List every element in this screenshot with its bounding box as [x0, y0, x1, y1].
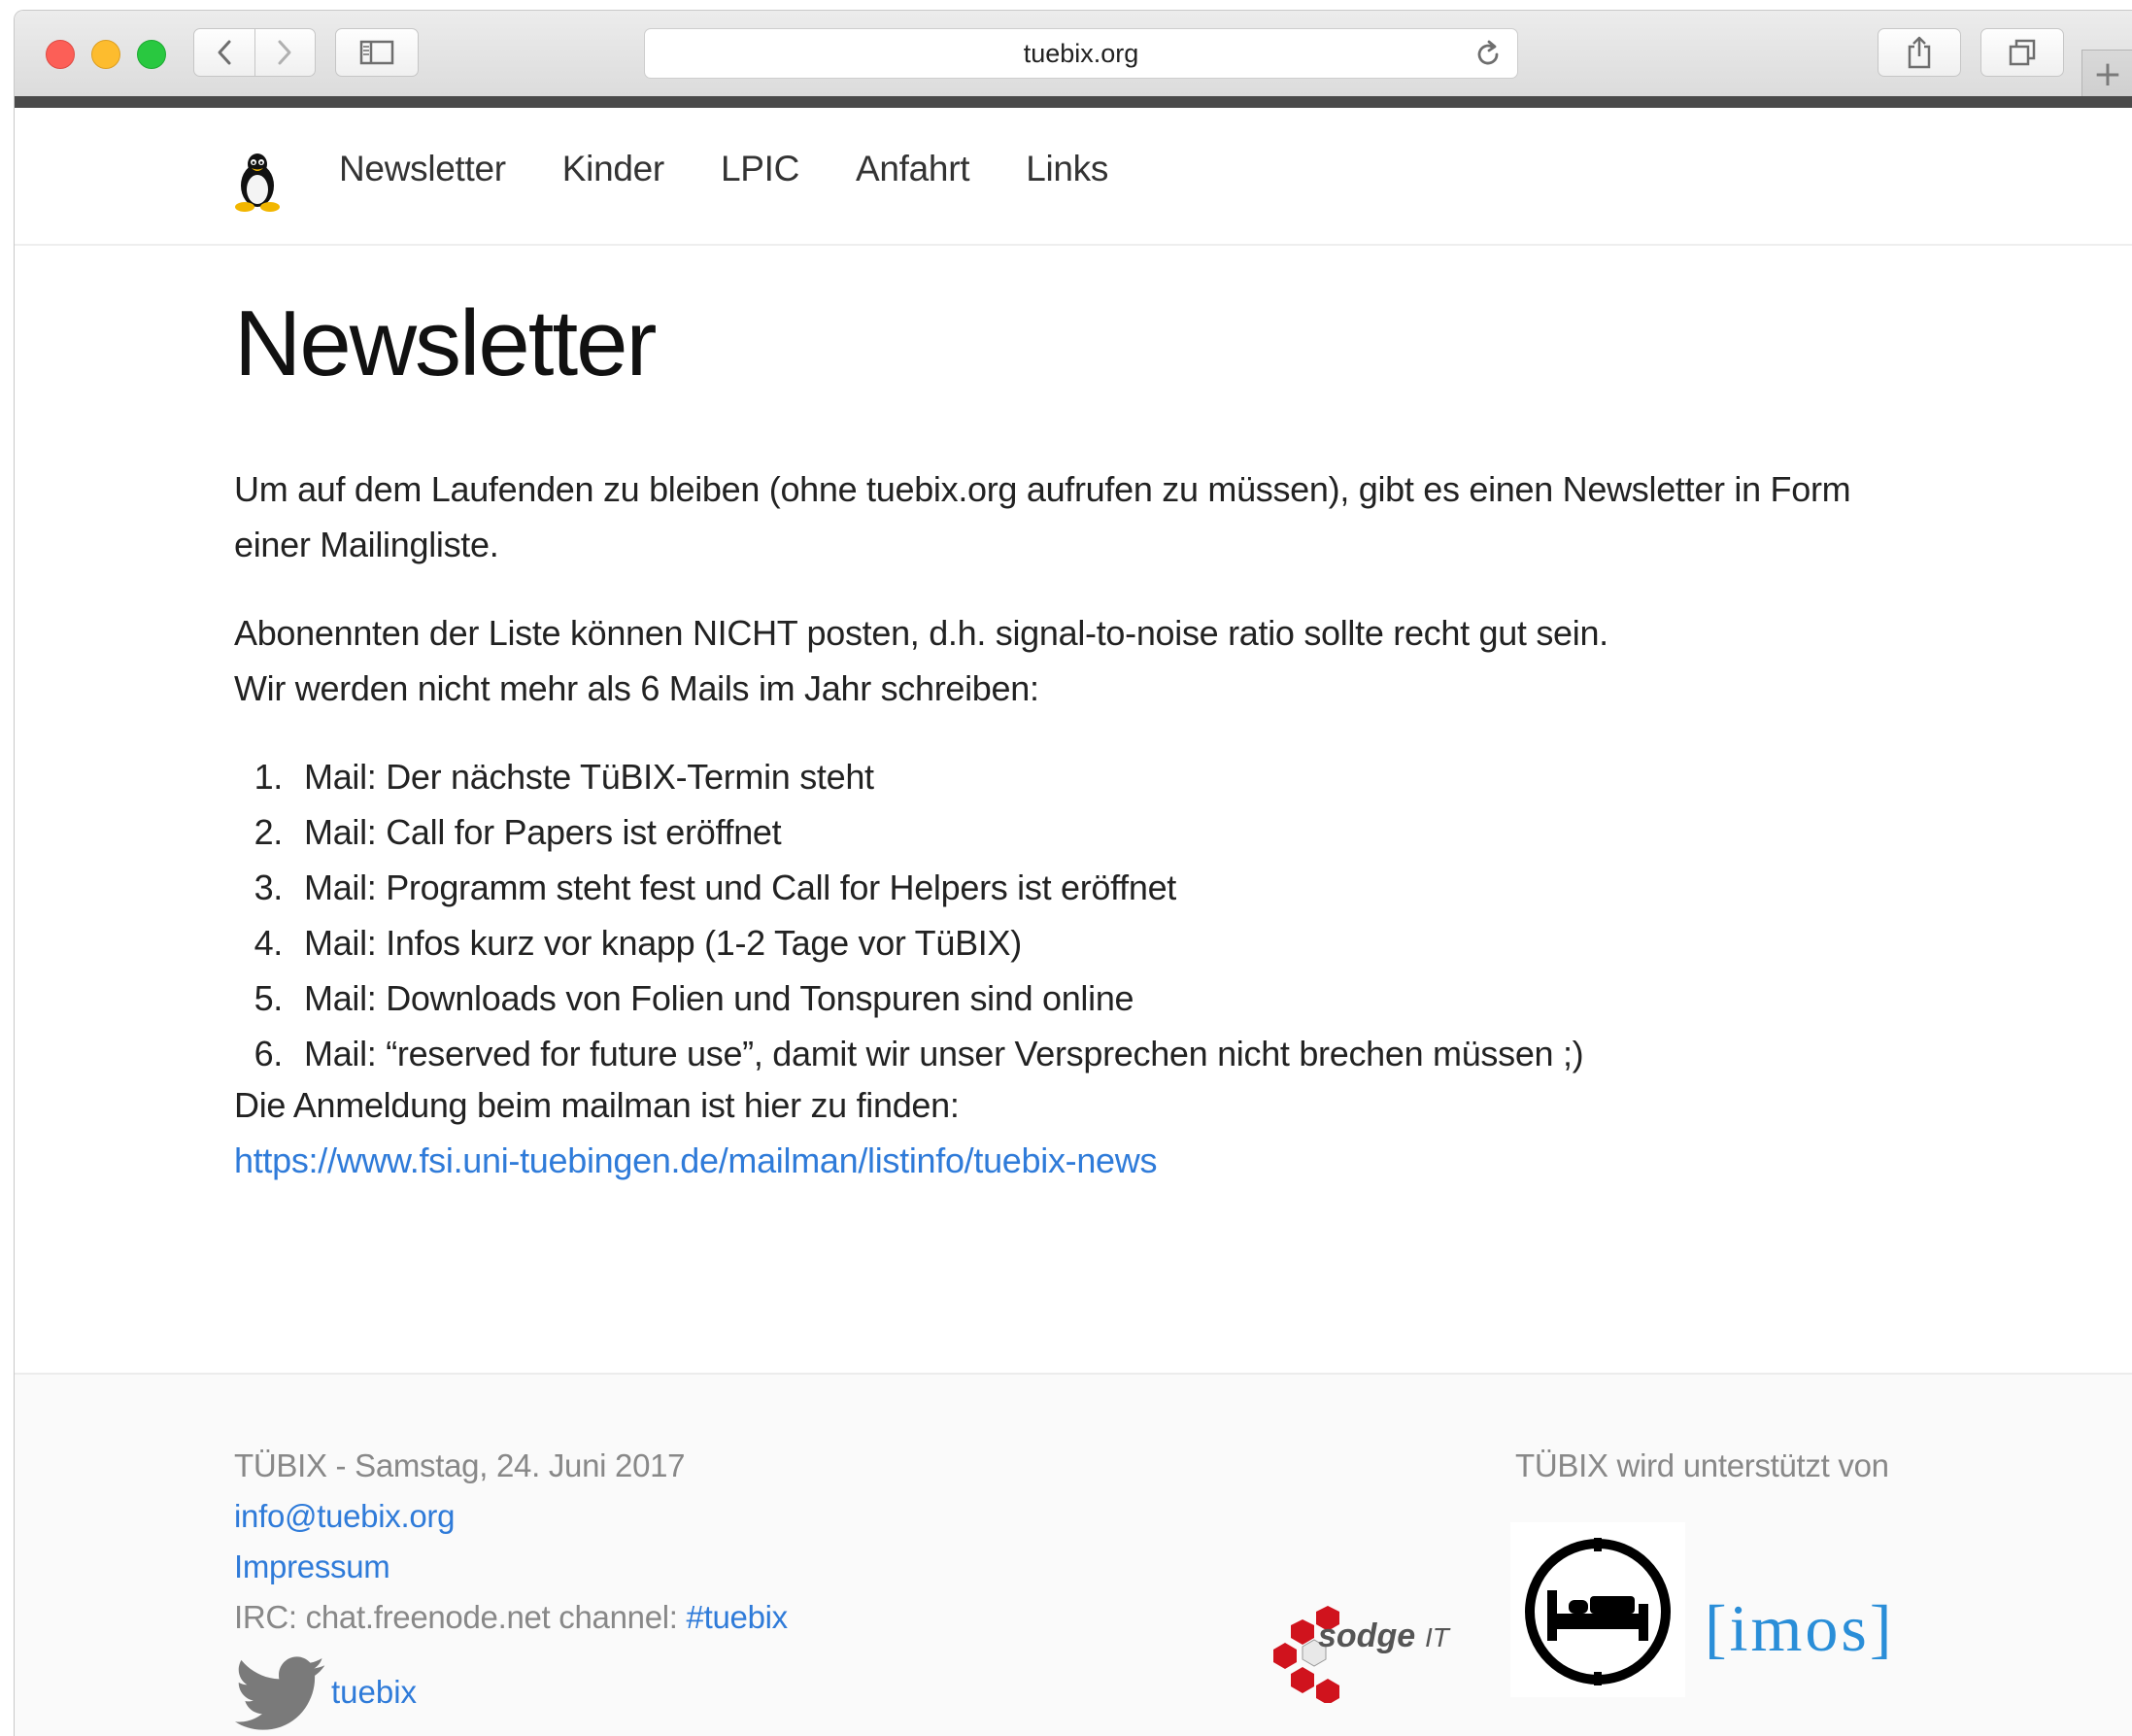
site-footer: TÜBIX - Samstag, 24. Juni 2017 info@tueb… [15, 1373, 2132, 1736]
back-button[interactable] [194, 29, 254, 76]
sidebar-icon [359, 40, 394, 65]
svg-text:IT: IT [1425, 1622, 1451, 1652]
svg-text:sodge: sodge [1318, 1617, 1415, 1654]
chevron-left-icon [218, 40, 231, 65]
main-content: Newsletter Um auf dem Laufenden zu bleib… [234, 291, 1944, 1180]
minimize-window-button[interactable] [91, 40, 120, 69]
policy-paragraph: Abonennten der Liste können NICHT posten… [234, 605, 1934, 716]
policy-line-1: Abonennten der Liste können NICHT posten… [234, 613, 1608, 653]
browser-window: tuebix.org + Newsletter Kinder LPIC Anfa… [14, 10, 2132, 1736]
nav-link-anfahrt[interactable]: Anfahrt [856, 149, 970, 189]
sodge-it-logo[interactable]: sodge IT [1269, 1596, 1473, 1703]
tux-penguin-icon[interactable] [231, 151, 284, 213]
chevron-right-icon [278, 40, 291, 65]
list-item: 2. Mail: Call for Papers ist eröffnet [254, 812, 782, 852]
twitter-handle-link[interactable]: tuebix [331, 1674, 417, 1711]
web-page: Newsletter Kinder LPIC Anfahrt Links New… [15, 108, 2132, 1736]
nav-link-kinder[interactable]: Kinder [562, 149, 664, 189]
irc-label: IRC: chat.freenode.net channel: [234, 1599, 687, 1635]
policy-line-2: Wir werden nicht mehr als 6 Mails im Jah… [234, 668, 1039, 708]
intro-paragraph: Um auf dem Laufenden zu bleiben (ohne tu… [234, 469, 1851, 564]
impressum-link[interactable]: Impressum [234, 1549, 390, 1584]
tabs-icon [2009, 39, 2036, 66]
address-bar[interactable]: tuebix.org [644, 28, 1518, 79]
nav-link-links[interactable]: Links [1026, 149, 1108, 189]
irc-channel-link[interactable]: #tuebix [687, 1599, 789, 1635]
mailman-signup-link[interactable]: https://www.fsi.uni-tuebingen.de/mailman… [234, 1140, 1157, 1180]
toolbar-divider [15, 96, 2132, 108]
twitter-link-row[interactable]: tuebix [234, 1656, 417, 1732]
history-navigation [193, 28, 316, 77]
list-item: 3. Mail: Programm steht fest und Call for… [254, 868, 1177, 907]
mail-schedule-list: 1. Mail: Der nächste TüBIX-Termin steht 2… [234, 749, 1584, 1081]
browser-toolbar: tuebix.org + [15, 11, 2132, 97]
tabs-overview-button[interactable] [1980, 28, 2064, 77]
footer-info: TÜBIX - Samstag, 24. Juni 2017 info@tueb… [234, 1441, 788, 1643]
signup-text: Die Anmeldung beim mailman ist hier zu f… [234, 1085, 960, 1125]
page-title: Newsletter [234, 291, 657, 395]
share-icon [1908, 36, 1931, 69]
new-tab-button[interactable]: + [2081, 50, 2132, 97]
bed-logo[interactable] [1510, 1522, 1685, 1697]
reload-icon [1477, 40, 1499, 65]
email-link[interactable]: info@tuebix.org [234, 1498, 455, 1534]
address-bar-url: tuebix.org [1023, 38, 1139, 68]
plus-icon: + [2092, 53, 2123, 94]
event-date: TÜBIX - Samstag, 24. Juni 2017 [234, 1447, 686, 1483]
list-item: 5. Mail: Downloads von Folien und Tonspur… [254, 978, 1134, 1018]
sponsors-heading: TÜBIX wird unterstützt von [1515, 1447, 1889, 1483]
site-navbar: Newsletter Kinder LPIC Anfahrt Links [15, 108, 2132, 246]
imos-logo[interactable]: [imos] [1705, 1590, 1895, 1667]
irc-info: IRC: chat.freenode.net channel: #tuebix [234, 1592, 788, 1643]
sidebar-toggle-button[interactable] [335, 28, 419, 77]
share-button[interactable] [1878, 28, 1961, 77]
twitter-bird-icon[interactable] [234, 1656, 327, 1732]
reload-button[interactable] [1472, 39, 1504, 75]
list-item: 1. Mail: Der nächste TüBIX-Termin steht [254, 757, 875, 797]
close-window-button[interactable] [46, 40, 75, 69]
list-item: 4. Mail: Infos kurz vor knapp (1-2 Tage v… [254, 923, 1023, 963]
nav-link-lpic[interactable]: LPIC [721, 149, 799, 189]
zoom-window-button[interactable] [137, 40, 166, 69]
bed-icon [1525, 1538, 1671, 1685]
site-nav-links: Newsletter Kinder LPIC Anfahrt Links [339, 149, 1108, 189]
list-item: 6. Mail: “reserved for future use”, damit… [254, 1034, 1584, 1073]
signup-paragraph: Die Anmeldung beim mailman ist hier zu f… [234, 1077, 1934, 1188]
nav-link-newsletter[interactable]: Newsletter [339, 149, 506, 189]
forward-button[interactable] [254, 29, 316, 76]
